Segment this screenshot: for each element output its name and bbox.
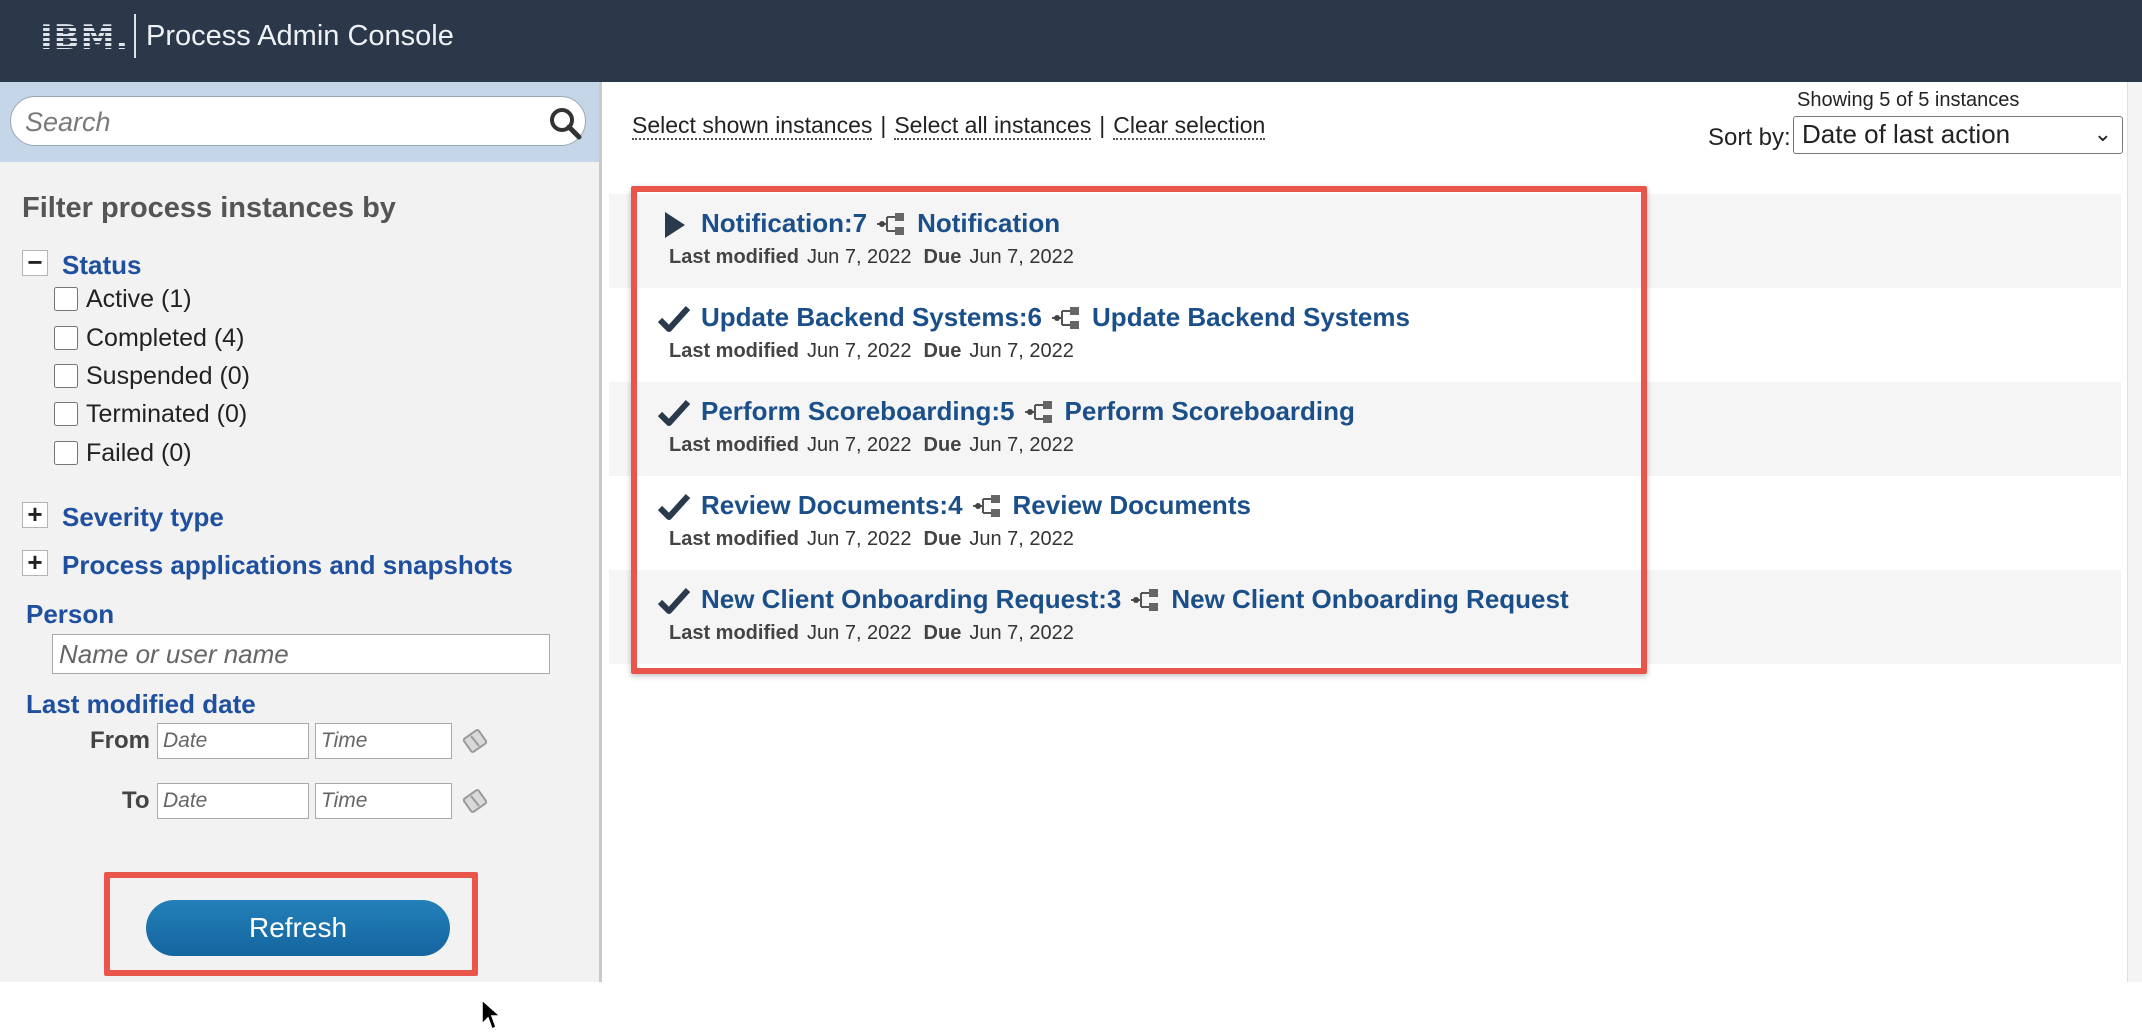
link-separator: | — [1099, 112, 1106, 138]
last-modified-label: Last modified date — [26, 689, 256, 719]
expand-process-apps-icon[interactable]: + — [22, 549, 48, 576]
to-time-input[interactable] — [315, 783, 452, 819]
showing-count: Showing 5 of 5 instances — [1797, 89, 2020, 111]
status-option-label: Completed (4) — [86, 323, 245, 352]
severity-section-label[interactable]: Severity type — [62, 502, 224, 533]
calendar-icon[interactable] — [460, 724, 490, 756]
status-option-active: Active (1) — [54, 284, 192, 314]
status-option-label: Suspended (0) — [86, 361, 251, 390]
search-box[interactable] — [10, 96, 586, 146]
person-label: Person — [26, 599, 115, 629]
status-option-terminated: Terminated (0) — [54, 399, 247, 429]
status-option-label: Terminated (0) — [86, 399, 248, 428]
search-input[interactable] — [23, 105, 533, 139]
failed-checkbox[interactable] — [54, 441, 78, 465]
completed-checkbox[interactable] — [54, 326, 78, 350]
filter-title: Filter process instances by — [22, 192, 396, 224]
to-label: To — [122, 787, 150, 814]
process-apps-section-label[interactable]: Process applications and snapshots — [62, 550, 513, 581]
to-date-input[interactable] — [157, 783, 309, 819]
status-option-label: Failed (0) — [86, 438, 192, 467]
collapse-status-icon[interactable]: − — [22, 249, 48, 276]
status-option-completed: Completed (4) — [54, 323, 244, 353]
from-label: From — [90, 727, 150, 754]
instances-panel: Select shown instances | Select all instan… — [605, 82, 2142, 982]
sort-by-label: Sort by: — [1708, 124, 1791, 151]
app-header: IBM. Process Admin Console — [0, 0, 2142, 82]
clear-selection-link[interactable]: Clear selection — [1113, 112, 1266, 140]
calendar-icon[interactable] — [460, 784, 490, 816]
mouse-cursor-icon — [481, 998, 502, 1031]
from-date-input[interactable] — [157, 723, 309, 759]
instances-highlight — [631, 186, 1647, 674]
app-title: Process Admin Console — [146, 20, 454, 52]
select-all-link[interactable]: Select all instances — [894, 112, 1092, 140]
expand-severity-icon[interactable]: + — [22, 501, 48, 528]
person-input[interactable] — [52, 634, 550, 674]
link-separator: | — [880, 112, 887, 138]
search-band — [0, 82, 599, 162]
active-checkbox[interactable] — [54, 287, 78, 311]
ibm-logo: IBM. — [40, 18, 130, 58]
from-time-input[interactable] — [315, 723, 452, 759]
chevron-down-icon: ⌄ — [2093, 121, 2112, 146]
status-option-failed: Failed (0) — [54, 438, 192, 468]
selection-links: Select shown instances | Select all instan… — [632, 112, 1266, 140]
select-shown-link[interactable]: Select shown instances — [632, 112, 873, 140]
suspended-checkbox[interactable] — [54, 364, 78, 388]
status-option-suspended: Suspended (0) — [54, 361, 250, 391]
refresh-button[interactable]: Refresh — [146, 900, 450, 956]
status-section-label[interactable]: Status — [62, 250, 141, 281]
status-option-label: Active (1) — [86, 284, 192, 313]
filter-sidebar: Filter process instances by − Status Act… — [0, 82, 602, 1031]
sort-selected-value: Date of last action — [1802, 119, 2011, 149]
terminated-checkbox[interactable] — [54, 402, 78, 426]
sort-select[interactable]: Date of last action ⌄ — [1793, 116, 2123, 154]
scrollbar[interactable] — [2127, 82, 2142, 982]
brand-separator — [134, 14, 136, 58]
search-icon[interactable] — [547, 105, 583, 141]
